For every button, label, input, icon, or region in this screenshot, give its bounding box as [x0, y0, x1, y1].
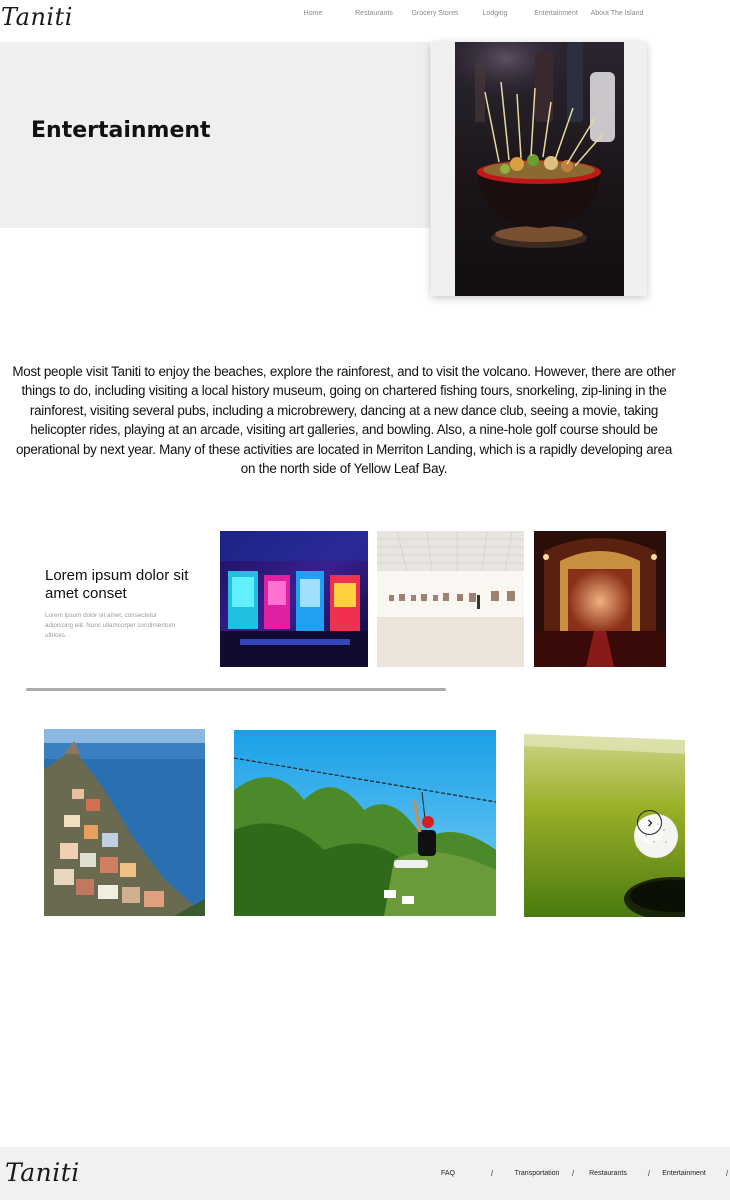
footer-link-faq[interactable]: FAQ [441, 1170, 455, 1177]
intro-paragraph: Most people visit Taniti to enjoy the be… [12, 364, 676, 477]
nav-home[interactable]: Home [304, 10, 323, 17]
footer-link-transportation[interactable]: Transportation [515, 1170, 560, 1177]
site-logo[interactable]: Taniti [1, 3, 73, 31]
nav-lodging[interactable]: Lodging [483, 10, 508, 17]
nav-entertainment[interactable]: Entertainment [534, 10, 578, 17]
chevron-right-icon [647, 819, 652, 826]
footer-separator: / [571, 1169, 575, 1178]
footer-link-entertainment[interactable]: Entertainment [662, 1170, 706, 1177]
art-gallery-photo[interactable] [377, 531, 524, 667]
carousel-scrollbar[interactable] [26, 688, 446, 691]
nav-restaurants[interactable]: Restaurants [355, 10, 393, 17]
theater-photo[interactable] [534, 531, 666, 667]
coastal-village-photo[interactable] [44, 729, 205, 916]
footer-separator: / [725, 1169, 729, 1178]
page-title: Entertainment [31, 118, 211, 143]
arcade-photo[interactable] [220, 531, 368, 667]
zip-line-photo[interactable] [234, 730, 496, 916]
feature-heading: Lorem ipsum dolor sit amet conset [45, 567, 189, 602]
footer-separator: / [490, 1169, 494, 1178]
footer-logo[interactable]: Taniti [5, 1158, 80, 1187]
nav-grocery-stores[interactable]: Grocery Stores [411, 10, 458, 17]
footer-separator: / [647, 1169, 651, 1178]
gallery-next-button[interactable] [637, 810, 662, 835]
food-bowl-photo [455, 42, 624, 296]
footer-link-restaurants[interactable]: Restaurants [589, 1170, 627, 1177]
feature-description: Lorem ipsum dolor sit amet, consectetur … [45, 612, 176, 639]
nav-about-the-island[interactable]: About The Island [591, 10, 644, 17]
